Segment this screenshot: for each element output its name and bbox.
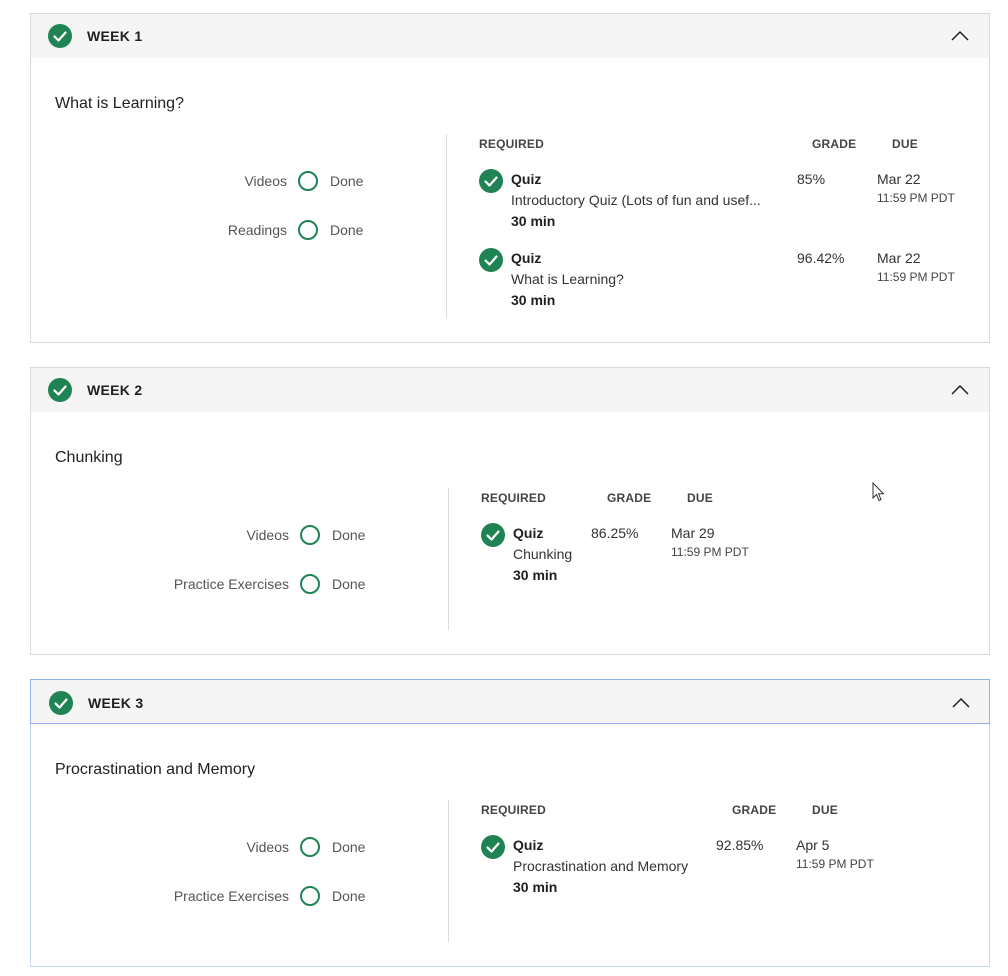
completed-check-icon — [48, 378, 72, 402]
chevron-up-icon[interactable] — [951, 27, 969, 45]
week-header[interactable]: WEEK 2 — [31, 368, 989, 412]
item-duration: 30 min — [511, 292, 556, 308]
activity-status: Done — [332, 527, 366, 543]
week-title: WEEK 3 — [88, 695, 144, 711]
activity-status: Done — [332, 888, 366, 904]
activity-label[interactable]: Videos — [246, 839, 289, 855]
divider — [448, 488, 449, 630]
activity-status: Done — [332, 839, 366, 855]
column-due: DUE — [892, 137, 918, 151]
activity-label[interactable]: Videos — [244, 173, 287, 189]
activity-label[interactable]: Practice Exercises — [174, 576, 289, 592]
week-title: WEEK 2 — [87, 382, 143, 398]
completed-check-icon — [481, 523, 505, 547]
item-due-date: Mar 22 — [877, 250, 921, 266]
completed-check-icon — [479, 248, 503, 272]
incomplete-circle-icon — [298, 171, 318, 191]
incomplete-circle-icon — [300, 886, 320, 906]
module-title: What is Learning? — [55, 95, 184, 112]
column-required: REQUIRED — [481, 803, 546, 817]
activity-practice-exercises: Practice Exercises Done — [31, 573, 373, 597]
activity-label[interactable]: Practice Exercises — [174, 888, 289, 904]
item-type: Quiz — [513, 837, 544, 853]
completed-check-icon — [481, 835, 505, 859]
activity-practice-exercises: Practice Exercises Done — [31, 885, 373, 909]
item-grade: 85% — [797, 171, 826, 187]
column-required: REQUIRED — [481, 491, 546, 505]
activity-label[interactable]: Videos — [246, 527, 289, 543]
week-2-section: WEEK 2 Chunking Videos Done Practice Exe… — [30, 367, 990, 655]
item-grade: 92.85% — [716, 837, 764, 853]
chevron-up-icon[interactable] — [951, 381, 969, 399]
activity-label[interactable]: Readings — [228, 222, 287, 238]
activity-readings: Readings Done — [31, 219, 371, 243]
incomplete-circle-icon — [300, 837, 320, 857]
module-title: Procrastination and Memory — [55, 761, 256, 778]
item-name-link[interactable]: What is Learning? — [511, 271, 776, 287]
item-due-time: 11:59 PM PDT — [877, 270, 955, 284]
completed-check-icon — [49, 691, 73, 715]
week-1-section: WEEK 1 What is Learning? Videos Done Rea… — [30, 13, 990, 343]
incomplete-circle-icon — [300, 525, 320, 545]
column-grade: GRADE — [607, 491, 652, 505]
item-grade: 96.42% — [797, 250, 845, 266]
column-due: DUE — [812, 803, 838, 817]
column-required: REQUIRED — [479, 137, 544, 151]
item-duration: 30 min — [513, 879, 558, 895]
week-header[interactable]: WEEK 3 — [30, 679, 990, 724]
completed-check-icon — [48, 24, 72, 48]
activity-videos: Videos Done — [31, 524, 373, 548]
item-due-time: 11:59 PM PDT — [671, 545, 749, 559]
item-grade: 86.25% — [591, 525, 639, 541]
item-name-link[interactable]: Introductory Quiz (Lots of fun and usef.… — [511, 192, 776, 208]
item-due-date: Mar 29 — [671, 525, 715, 541]
activity-videos: Videos Done — [31, 170, 371, 194]
divider — [448, 800, 449, 942]
item-name-link[interactable]: Procrastination and Memory — [513, 858, 713, 874]
item-due-time: 11:59 PM PDT — [796, 857, 874, 871]
item-duration: 30 min — [511, 213, 556, 229]
column-grade: GRADE — [732, 803, 777, 817]
item-due-time: 11:59 PM PDT — [877, 191, 955, 205]
item-due-date: Mar 22 — [877, 171, 921, 187]
item-duration: 30 min — [513, 567, 558, 583]
mouse-cursor-icon — [872, 481, 886, 507]
week-3-section: WEEK 3 Procrastination and Memory Videos… — [30, 679, 990, 967]
completed-check-icon — [479, 169, 503, 193]
chevron-up-icon[interactable] — [952, 694, 970, 712]
incomplete-circle-icon — [300, 574, 320, 594]
week-title: WEEK 1 — [87, 28, 143, 44]
column-due: DUE — [687, 491, 713, 505]
activity-status: Done — [332, 576, 366, 592]
item-type: Quiz — [511, 250, 542, 266]
module-title: Chunking — [55, 449, 123, 466]
incomplete-circle-icon — [298, 220, 318, 240]
activity-status: Done — [330, 222, 364, 238]
item-type: Quiz — [511, 171, 542, 187]
item-due-date: Apr 5 — [796, 837, 830, 853]
column-grade: GRADE — [812, 137, 857, 151]
activity-status: Done — [330, 173, 364, 189]
activity-videos: Videos Done — [31, 836, 373, 860]
divider — [446, 134, 447, 319]
item-name-link[interactable]: Chunking — [513, 546, 603, 562]
item-type: Quiz — [513, 525, 544, 541]
week-header[interactable]: WEEK 1 — [31, 14, 989, 58]
